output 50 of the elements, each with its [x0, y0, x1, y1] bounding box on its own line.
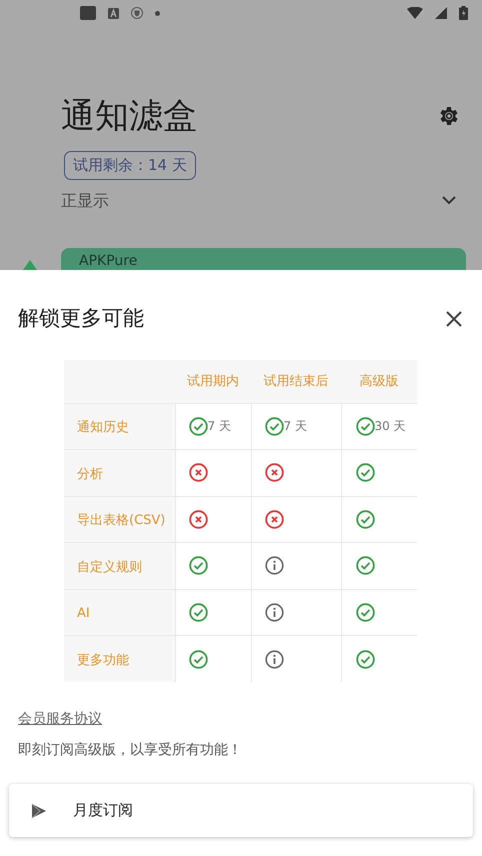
cross-icon: [188, 510, 208, 529]
info-icon: [264, 650, 284, 668]
plan-card[interactable]: 月度订阅: [9, 784, 473, 837]
feature-label: 分析: [77, 466, 103, 482]
section-label: 正显示: [61, 190, 109, 212]
check-icon: [356, 602, 374, 622]
feature-label: 更多功能: [77, 653, 129, 668]
check-icon: [188, 650, 208, 668]
duration-text: 7 天: [208, 418, 231, 436]
check-icon: [188, 556, 208, 576]
letter-a-icon: [108, 8, 119, 18]
wifi-icon: [407, 7, 423, 19]
feature-label: AI: [77, 606, 90, 622]
check-icon: [188, 416, 208, 436]
agreement-link[interactable]: 会员服务协议: [18, 711, 102, 727]
check-icon: [356, 463, 374, 482]
column-header: 试用期内: [186, 372, 240, 390]
chevron-icon[interactable]: [442, 196, 456, 205]
plan-name: 月度订阅: [73, 800, 133, 822]
cross-icon: [264, 510, 284, 529]
info-icon: [264, 556, 284, 576]
signal-icon: [435, 7, 447, 19]
notification-card[interactable]: APKPure: [61, 248, 466, 270]
column-header: 试用结束后: [262, 372, 330, 390]
app-name: APKPure: [79, 252, 138, 270]
info-icon: [264, 602, 284, 622]
cross-icon: [188, 463, 208, 482]
close-icon[interactable]: [446, 311, 462, 327]
check-icon: [188, 602, 208, 622]
battery-icon: [459, 6, 468, 20]
feature-label: 导出表格(CSV): [77, 513, 166, 528]
check-icon: [356, 650, 374, 668]
dot-icon: [155, 10, 160, 16]
shield-icon: [131, 7, 143, 19]
check-icon: [356, 416, 374, 436]
column-header: 高级版: [358, 372, 400, 390]
check-icon: [356, 556, 374, 576]
app-title: 通知滤盒: [61, 95, 197, 138]
trial-badge: 试用剩余：14 天: [64, 151, 196, 180]
notification-icon: [80, 6, 96, 20]
duration-text: 30 天: [374, 418, 406, 436]
feature-label: 通知历史: [77, 420, 129, 436]
check-icon: [356, 510, 374, 529]
sheet-title: 解锁更多可能: [18, 305, 144, 332]
play-icon: [31, 802, 47, 818]
duration-text: 7 天: [284, 418, 307, 436]
cross-icon: [264, 463, 284, 482]
check-icon: [264, 416, 284, 436]
feature-label: 自定义规则: [77, 560, 142, 575]
description-text: 即刻订阅高级版，以享受所有功能！: [17, 741, 243, 760]
